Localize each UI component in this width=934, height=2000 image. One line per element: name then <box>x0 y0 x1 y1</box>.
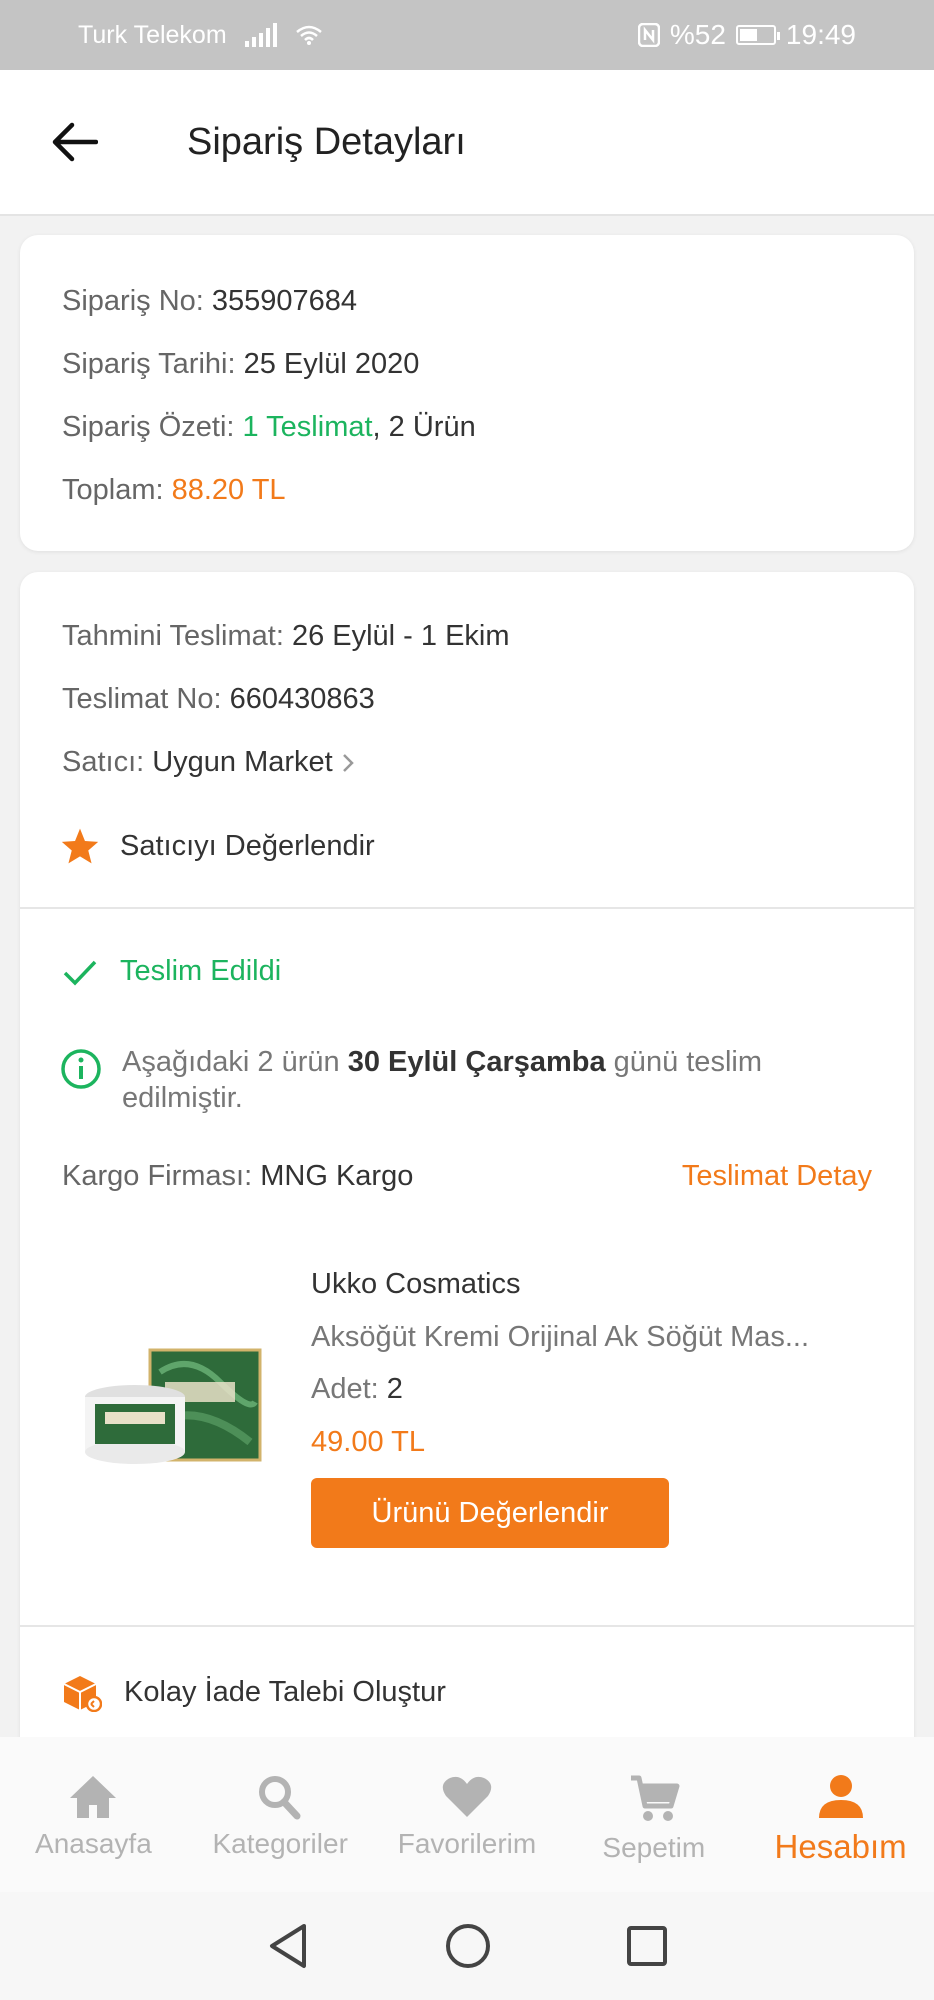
order-no-value: 355907684 <box>211 285 358 317</box>
heart-icon <box>442 1776 492 1817</box>
star-icon <box>61 828 99 864</box>
delivery-info: Aşağıdaki 2 ürün 30 Eylül Çarşamba günü … <box>60 1044 880 1116</box>
tab-cart[interactable]: Sepetim <box>560 1737 747 1892</box>
order-date-value: 25 Eylül 2020 <box>243 348 420 380</box>
status-right: %52 19:49 <box>637 19 856 51</box>
total-value: 88.20 TL <box>171 474 286 506</box>
check-icon <box>63 960 97 986</box>
tab-home-label: Anasayfa <box>35 1828 152 1859</box>
tab-account-label: Hesabım <box>774 1828 907 1865</box>
return-box-icon <box>63 1676 102 1712</box>
qty-label: Adet: <box>311 1373 379 1405</box>
delivery-card: Tahmini Teslimat: 26 Eylül - 1 Ekim Tesl… <box>20 572 914 1742</box>
product-name[interactable]: Aksöğüt Kremi Orijinal Ak Söğüt Mas... <box>311 1321 881 1354</box>
delivery-status: Teslim Edildi <box>62 955 281 988</box>
rate-seller-button[interactable]: Satıcıyı Değerlendir <box>60 827 375 865</box>
tab-home[interactable]: Anasayfa <box>0 1737 187 1892</box>
total-label: Toplam: <box>62 474 164 506</box>
cart-icon <box>630 1775 680 1821</box>
battery-icon <box>735 25 780 45</box>
nfc-icon <box>637 23 660 47</box>
signal-icon <box>244 23 277 47</box>
wifi-icon <box>295 25 322 45</box>
delivery-status-label: Teslim Edildi <box>120 955 282 987</box>
delivery-count: 1 Teslimat <box>242 411 373 443</box>
tab-favorites[interactable]: Favorilerim <box>374 1737 561 1892</box>
seller-name: Uygun Market <box>152 746 333 778</box>
delivery-no-row: Teslimat No: 660430863 <box>62 683 375 716</box>
estimated-value: 26 Eylül - 1 Ekim <box>291 620 510 652</box>
delivery-no-label: Teslimat No: <box>62 683 222 715</box>
product-price: 49.00 TL <box>311 1426 425 1458</box>
product-qty-row: Adet: 2 <box>311 1373 403 1406</box>
divider <box>20 1625 914 1627</box>
product-image[interactable] <box>80 1342 270 1472</box>
order-date-label: Sipariş Tarihi: <box>62 348 236 380</box>
user-icon <box>818 1775 863 1818</box>
nav-recents-icon[interactable] <box>626 1925 668 1967</box>
tab-account[interactable]: Hesabım <box>747 1737 934 1892</box>
chevron-right-icon <box>342 753 354 772</box>
estimated-label: Tahmini Teslimat: <box>62 620 284 652</box>
order-total-row: Toplam: 88.20 TL <box>62 474 286 507</box>
easy-return-button[interactable]: Kolay İade Talebi Oluştur <box>60 1672 446 1712</box>
delivery-detail-link[interactable]: Teslimat Detay <box>682 1160 872 1193</box>
tab-categories[interactable]: Kategoriler <box>187 1737 374 1892</box>
back-arrow-icon <box>52 122 98 162</box>
order-summary-card: Sipariş No: 355907684 Sipariş Tarihi: 25… <box>20 235 914 551</box>
seller-link[interactable]: Satıcı: Uygun Market <box>62 746 355 779</box>
qty-value: 2 <box>386 1373 403 1405</box>
page-title: Sipariş Detayları <box>187 120 466 163</box>
nav-home-icon[interactable] <box>445 1923 491 1969</box>
cargo-row: Kargo Firması: MNG Kargo <box>62 1160 413 1193</box>
battery-percent: %52 <box>669 19 726 50</box>
order-no-row: Sipariş No: 355907684 <box>62 285 357 318</box>
tab-categories-label: Kategoriler <box>212 1828 348 1859</box>
item-count: , 2 Ürün <box>372 411 476 443</box>
back-button[interactable] <box>0 122 150 162</box>
product-brand: Ukko Cosmatics <box>311 1268 521 1300</box>
status-bar: Turk Telekom %52 19:49 <box>0 0 934 70</box>
delivery-no-value: 660430863 <box>229 683 375 715</box>
order-date-row: Sipariş Tarihi: 25 Eylül 2020 <box>62 348 419 381</box>
rate-seller-label: Satıcıyı Değerlendir <box>120 829 375 862</box>
order-summary-label: Sipariş Özeti: <box>62 411 235 443</box>
seller-label: Satıcı: <box>62 746 145 778</box>
clock: 19:49 <box>785 19 856 50</box>
easy-return-label: Kolay İade Talebi Oluştur <box>124 1675 446 1708</box>
nav-back-icon[interactable] <box>266 1922 310 1970</box>
rate-product-button[interactable]: Ürünü Değerlendir <box>311 1478 669 1548</box>
carrier-name: Turk Telekom <box>78 20 227 49</box>
system-nav-bar <box>0 1892 934 2000</box>
home-icon <box>70 1776 117 1818</box>
divider <box>20 907 914 909</box>
search-icon <box>259 1776 301 1820</box>
tab-cart-label: Sepetim <box>602 1832 706 1863</box>
order-summary-row: Sipariş Özeti: 1 Teslimat, 2 Ürün <box>62 411 476 444</box>
info-icon <box>61 1049 101 1089</box>
cargo-value: MNG Kargo <box>260 1160 414 1192</box>
carrier-group: Turk Telekom <box>78 21 323 50</box>
delivery-info-text: Aşağıdaki 2 ürün 30 Eylül Çarşamba günü … <box>122 1044 880 1116</box>
order-no-label: Sipariş No: <box>62 285 204 317</box>
tab-favorites-label: Favorilerim <box>397 1828 537 1859</box>
delivery-date-bold: 30 Eylül Çarşamba <box>347 1046 606 1078</box>
info-text-pre: Aşağıdaki 2 ürün <box>122 1046 348 1078</box>
cargo-label: Kargo Firması: <box>62 1160 253 1192</box>
estimated-delivery-row: Tahmini Teslimat: 26 Eylül - 1 Ekim <box>62 620 510 653</box>
bottom-tab-bar: Anasayfa Kategoriler Favorilerim Sepetim… <box>0 1737 934 1892</box>
app-bar: Sipariş Detayları <box>0 70 934 216</box>
